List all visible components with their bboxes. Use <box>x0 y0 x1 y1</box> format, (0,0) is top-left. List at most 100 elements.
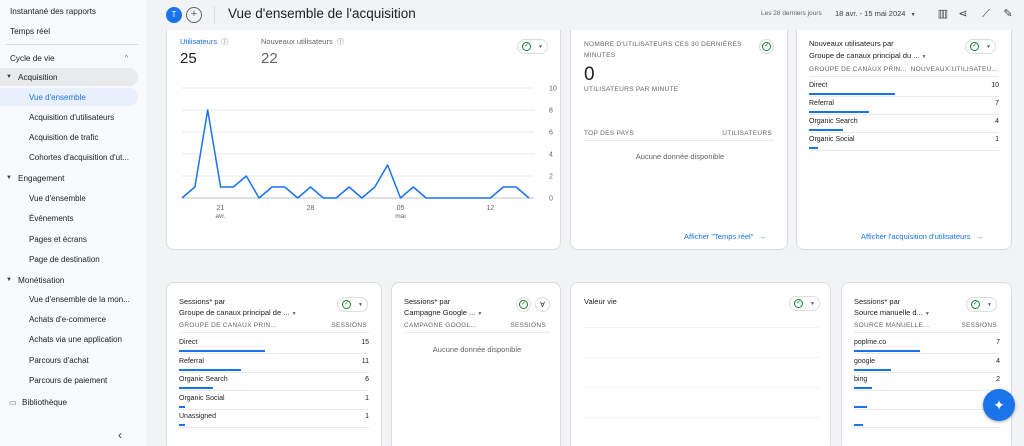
gridline <box>584 387 819 388</box>
sidebar-section-lifecycle[interactable]: Cycle de vie ^ <box>0 49 138 67</box>
tab-new-users[interactable]: Nouveaux utilisateurs ⓘ 22 <box>261 37 344 67</box>
col-header-metric: SESSIONS <box>961 322 997 329</box>
status-check[interactable]: ✓ <box>516 297 531 312</box>
sidebar-item-events[interactable]: Événements <box>0 209 138 227</box>
sidebar-section-engagement[interactable]: ▼ Engagement <box>0 169 138 187</box>
header-divider <box>179 332 369 333</box>
x-tick-label: 28 <box>307 205 315 212</box>
status-check-dropdown[interactable]: ✓ ▼ <box>517 39 548 54</box>
header-divider <box>809 76 999 77</box>
sidebar-item-acq-overview[interactable]: Vue d'ensemble <box>0 88 138 106</box>
sidebar-item-in-app-purchases[interactable]: Achats via une application <box>0 330 138 348</box>
row-value: 10 <box>991 82 999 89</box>
sidebar-item-snapshot[interactable]: Instantané des rapports <box>10 7 96 16</box>
caret-down-icon: ▼ <box>291 311 297 317</box>
date-range-picker[interactable]: 18 avr. - 15 mai 2024 ▼ <box>835 9 916 18</box>
help-icon[interactable]: ⓘ <box>221 39 228 46</box>
filter-icon[interactable]: ∀ <box>535 297 550 312</box>
sidebar-item-purchase-journey[interactable]: Parcours d'achat <box>0 351 138 369</box>
row-value: 1 <box>995 136 999 143</box>
dimension-selector[interactable]: Groupe de canaux principal de ... ▼ <box>179 308 297 317</box>
status-check-dropdown[interactable]: ✓ ▼ <box>789 296 820 311</box>
col-header-metric: SESSIONS <box>331 322 367 329</box>
row-value: 7 <box>995 100 999 107</box>
add-comparison-button[interactable]: + <box>186 7 202 23</box>
compare-icon[interactable]: ▥ <box>936 7 950 21</box>
row-label: Unassigned <box>179 413 216 420</box>
sidebar-section-label: Engagement <box>18 173 65 183</box>
link-label: Afficher l'acquisition d'utilisateurs <box>861 232 971 241</box>
sidebar-section-acquisition[interactable]: ▼ Acquisition <box>0 68 138 86</box>
sidebar-item-traffic-acquisition[interactable]: Acquisition de trafic <box>0 128 138 146</box>
share-icon[interactable]: ⋖ <box>956 7 970 21</box>
sidebar-section-monetization[interactable]: ▼ Monétisation <box>0 271 138 289</box>
row-divider <box>809 96 999 97</box>
tab-label: Utilisateurs <box>180 37 218 46</box>
row-label: Organic Social <box>179 394 225 402</box>
collapse-sidebar-icon[interactable]: ‹ <box>118 428 122 442</box>
status-check-dropdown[interactable]: ✓ ▼ <box>965 39 996 54</box>
avatar[interactable]: T <box>166 7 182 23</box>
view-user-acquisition-link[interactable]: Afficher l'acquisition d'utilisateurs → <box>861 232 983 241</box>
status-check-dropdown[interactable]: ✓ ▼ <box>966 297 997 312</box>
check-icon: ✓ <box>342 300 351 309</box>
sidebar-item-acq-cohorts[interactable]: Cohortes d'acquisition d'ut... <box>0 148 138 166</box>
sidebar-item-ecommerce[interactable]: Achats d'e-commerce <box>0 310 138 328</box>
sidebar-item-realtime[interactable]: Temps réel <box>10 27 50 36</box>
sidebar-section-label: Monétisation <box>18 275 65 285</box>
row-bar <box>179 405 185 408</box>
card-title: Sessions* par <box>179 297 226 306</box>
help-icon[interactable]: ⓘ <box>337 39 344 46</box>
sidebar-item-mon-overview[interactable]: Vue d'ensemble de la mon... <box>0 290 138 308</box>
row-value: 6 <box>365 376 369 383</box>
tab-label: Nouveaux utilisateurs <box>261 37 333 46</box>
row-bar <box>854 387 872 389</box>
header-divider <box>584 140 774 141</box>
row-bar <box>179 368 241 371</box>
insights-fab-button[interactable]: ✦ <box>983 389 1015 421</box>
sidebar: Instantané des rapports Temps réel Cycle… <box>0 0 146 446</box>
col-header-users: UTILISATEURS <box>722 130 772 137</box>
sidebar-divider <box>6 44 138 45</box>
col-header-metric: NOUVEAUX UTILISATEU... <box>910 66 998 73</box>
sidebar-item-pages-screens[interactable]: Pages et écrans <box>0 230 138 248</box>
sidebar-section-label: Acquisition <box>18 72 58 82</box>
tab-users[interactable]: Utilisateurs ⓘ 25 <box>180 37 228 67</box>
x-tick-sublabel: avr. <box>215 213 226 220</box>
row-value: 1 <box>365 394 369 402</box>
check-icon: ✓ <box>522 42 531 51</box>
dimension-selector[interactable]: Groupe de canaux principal du ... ▼ <box>809 51 927 60</box>
row-divider <box>179 353 369 354</box>
dimension-label: Campagne Google ... <box>404 308 476 317</box>
row-bar <box>809 129 843 131</box>
sidebar-section-label: Cycle de vie <box>10 53 55 63</box>
view-realtime-link[interactable]: Afficher "Temps réel" → <box>684 232 766 241</box>
check-icon: ✓ <box>971 300 980 309</box>
card-title: Sessions* par <box>404 297 451 306</box>
new-users-value: 22 <box>261 50 278 67</box>
edit-pencil-icon[interactable]: ✎ <box>1001 7 1015 21</box>
dimension-selector[interactable]: Source manuelle d... ▼ <box>854 308 930 317</box>
dimension-selector[interactable]: Campagne Google ... ▼ <box>404 308 482 317</box>
sidebar-item-eng-overview[interactable]: Vue d'ensemble <box>0 189 138 207</box>
row-value: 1 <box>365 413 369 420</box>
x-tick-label: 21 <box>217 205 225 212</box>
sidebar-item-user-acquisition[interactable]: Acquisition d'utilisateurs <box>0 108 138 126</box>
sidebar-item-label: Bibliothèque <box>22 397 68 407</box>
sidebar-item-library[interactable]: ▭ Bibliothèque <box>0 393 138 411</box>
link-label: Afficher "Temps réel" <box>684 232 754 241</box>
status-check-dropdown[interactable]: ✓ ▼ <box>337 297 368 312</box>
gridline <box>584 327 819 328</box>
status-check[interactable]: ✓ <box>759 39 774 54</box>
sidebar-item-checkout-journey[interactable]: Parcours de paiement <box>0 371 138 389</box>
row-divider <box>179 371 369 373</box>
insights-icon[interactable]: ⟋ <box>979 7 993 21</box>
col-header-metric: SESSIONS <box>510 322 546 329</box>
col-header-dimension: GROUPE DE CANAUX PRIN... <box>809 66 907 73</box>
sidebar-item-landing-page[interactable]: Page de destination <box>0 250 138 268</box>
row-bar <box>854 424 863 426</box>
caret-down-icon: ▼ <box>477 311 483 317</box>
header-divider <box>404 332 550 333</box>
x-tick-sublabel: mai <box>395 213 405 220</box>
folder-icon: ▭ <box>9 397 17 407</box>
